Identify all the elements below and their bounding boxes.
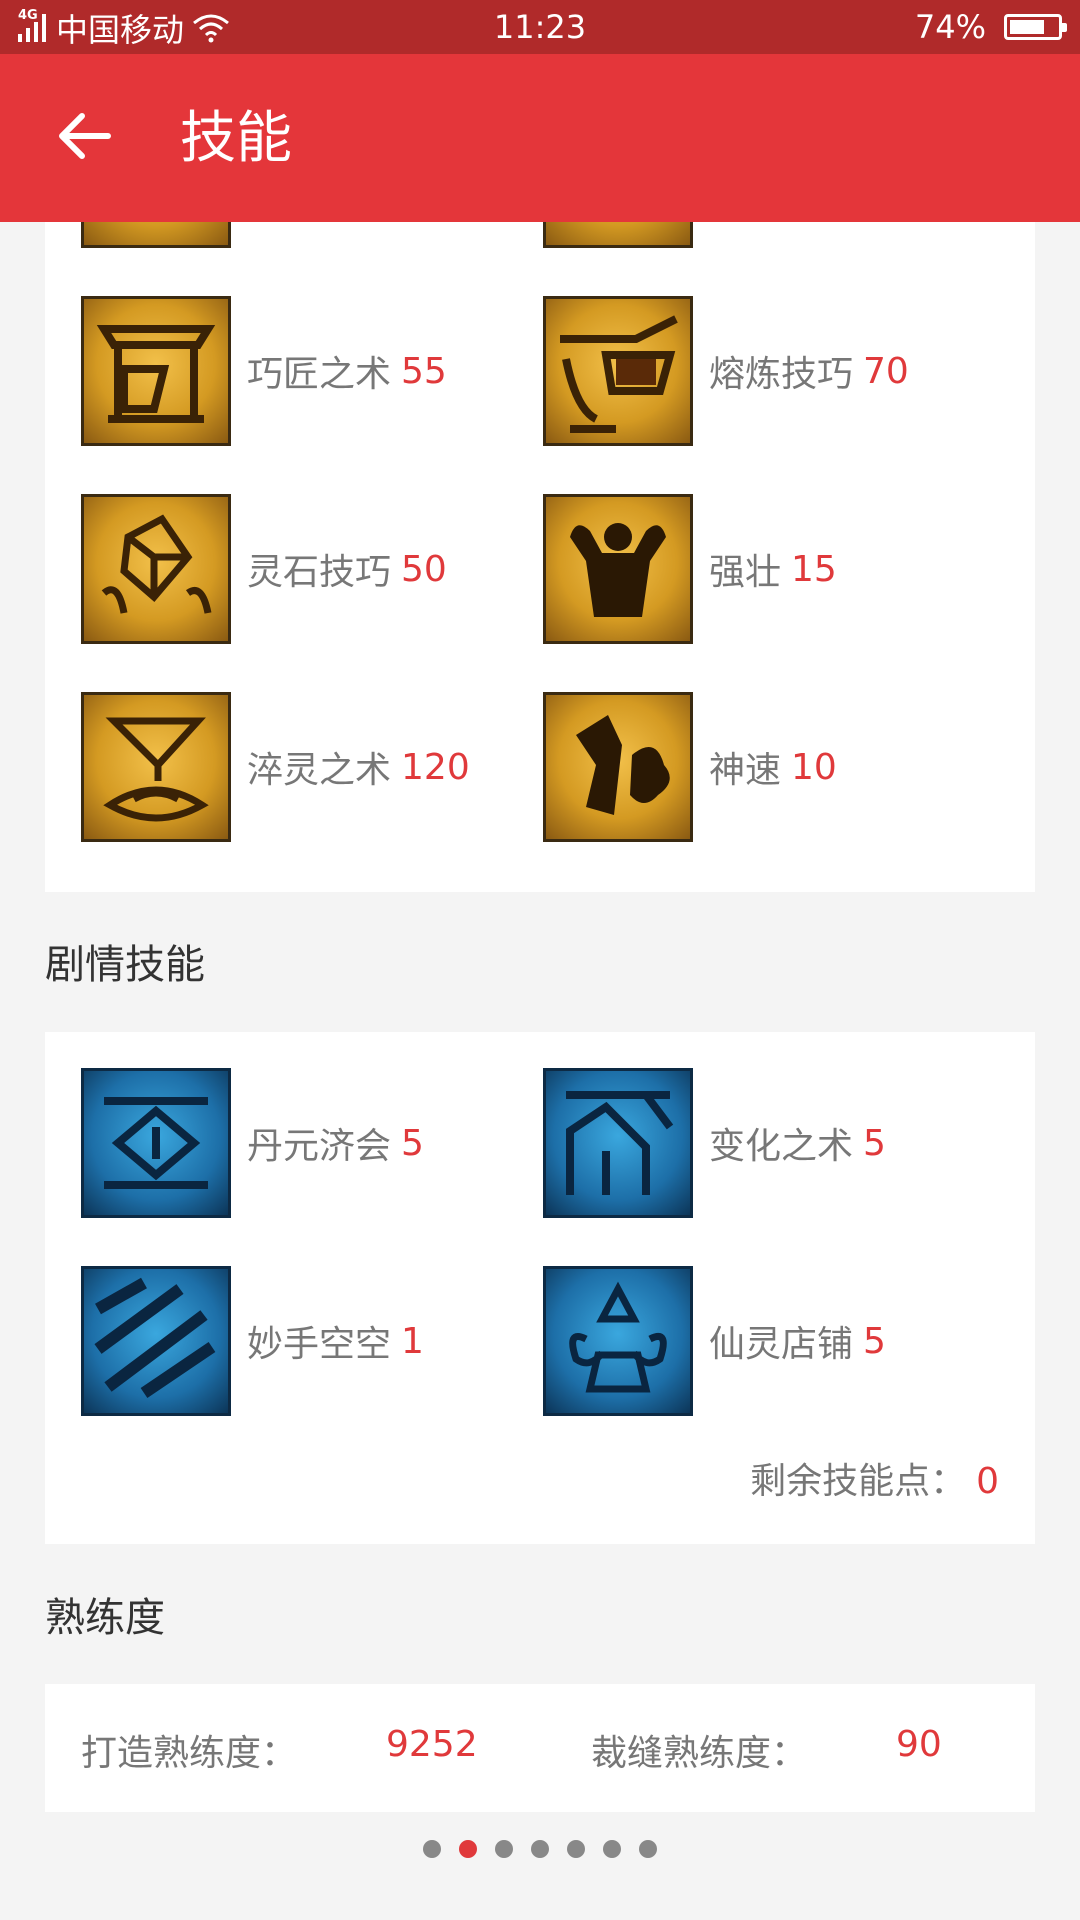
tailoring-value: 90 — [896, 1724, 942, 1765]
skill-item-shop[interactable]: 仙灵店铺 5 — [543, 1266, 886, 1416]
spirit-stone-icon — [81, 494, 231, 644]
skill-item-strength[interactable]: 强壮 15 — [543, 494, 837, 644]
skill-item-danyuan[interactable]: 丹元济会 5 — [81, 1068, 424, 1218]
section-title-proficiency: 熟练度 — [45, 1595, 165, 1641]
strength-icon — [543, 494, 693, 644]
page-dot[interactable] — [639, 1840, 657, 1858]
page-title: 技能 — [180, 106, 292, 171]
skill-item-smelting[interactable]: 熔炼技巧 70 — [543, 296, 909, 446]
page-dot[interactable] — [423, 1840, 441, 1858]
skill-value: 15 — [791, 548, 837, 590]
skill-item-swiftness[interactable]: 神速 10 — [543, 692, 837, 842]
transform-icon — [543, 1068, 693, 1218]
smelting-icon — [543, 296, 693, 446]
skill-name: 灵石技巧 — [247, 552, 392, 593]
skill-name: 强壮 — [709, 552, 782, 593]
skill-value: 50 — [401, 548, 447, 590]
page-dot[interactable] — [603, 1840, 621, 1858]
skill-item-carpentry[interactable]: 巧匠之术 55 — [81, 296, 447, 446]
page-dot[interactable] — [531, 1840, 549, 1858]
skill-name: 巧匠之术 — [247, 354, 392, 395]
life-skills-card: 巧匠之术 55 熔炼技巧 70 灵石技巧 50 强壮 15 淬灵之术 120 神… — [45, 98, 1035, 892]
skill-name: 变化之术 — [709, 1126, 854, 1167]
forging-value: 9252 — [386, 1724, 478, 1765]
page-dot[interactable] — [459, 1840, 477, 1858]
skill-name: 淬灵之术 — [247, 750, 392, 791]
skill-name: 神速 — [709, 750, 782, 791]
page-dot[interactable] — [567, 1840, 585, 1858]
app-bar: 技能 — [0, 54, 1080, 222]
skill-value: 70 — [863, 350, 909, 392]
status-bar: 4G 中国移动 11:23 74% — [0, 0, 1080, 54]
shop-icon — [543, 1266, 693, 1416]
back-arrow-icon[interactable] — [56, 108, 112, 164]
section-title-story-skills: 剧情技能 — [45, 942, 205, 988]
skill-value: 5 — [863, 1122, 886, 1164]
tailoring-label: 裁缝熟练度： — [591, 1733, 808, 1774]
skill-name: 妙手空空 — [247, 1324, 392, 1365]
skill-item-spirit-stone[interactable]: 灵石技巧 50 — [81, 494, 447, 644]
battery-percent: 74% — [914, 8, 986, 46]
page-dot[interactable] — [495, 1840, 513, 1858]
skill-value: 55 — [401, 350, 447, 392]
skill-value: 120 — [401, 746, 470, 788]
skill-value: 5 — [863, 1320, 886, 1362]
skill-item-steal[interactable]: 妙手空空 1 — [81, 1266, 424, 1416]
remaining-points-label: 剩余技能点： — [750, 1461, 967, 1502]
skill-value: 1 — [401, 1320, 424, 1362]
proficiency-card: 打造熟练度： 9252 裁缝熟练度： 90 — [45, 1684, 1035, 1812]
swiftness-icon — [543, 692, 693, 842]
remaining-points-value: 0 — [976, 1461, 999, 1502]
story-skills-card: 丹元济会 5 变化之术 5 妙手空空 1 仙灵店铺 5 剩余技能点： 0 — [45, 1032, 1035, 1544]
danyuan-icon — [81, 1068, 231, 1218]
skill-item-tempering[interactable]: 淬灵之术 120 — [81, 692, 470, 842]
steal-icon — [81, 1266, 231, 1416]
tailoring-proficiency: 裁缝熟练度： 90 — [591, 1724, 942, 1776]
skill-item-transform[interactable]: 变化之术 5 — [543, 1068, 886, 1218]
forging-label: 打造熟练度： — [81, 1733, 298, 1774]
skill-name: 仙灵店铺 — [709, 1324, 854, 1365]
skill-value: 5 — [401, 1122, 424, 1164]
carpentry-icon — [81, 296, 231, 446]
tempering-icon — [81, 692, 231, 842]
skill-name: 丹元济会 — [247, 1126, 392, 1167]
remaining-skill-points: 剩余技能点： 0 — [750, 1452, 999, 1504]
battery-icon — [1004, 14, 1067, 40]
skill-name: 熔炼技巧 — [709, 354, 854, 395]
skill-value: 10 — [791, 746, 837, 788]
page-indicator[interactable] — [0, 1840, 1080, 1858]
forging-proficiency: 打造熟练度： 9252 — [81, 1724, 478, 1776]
